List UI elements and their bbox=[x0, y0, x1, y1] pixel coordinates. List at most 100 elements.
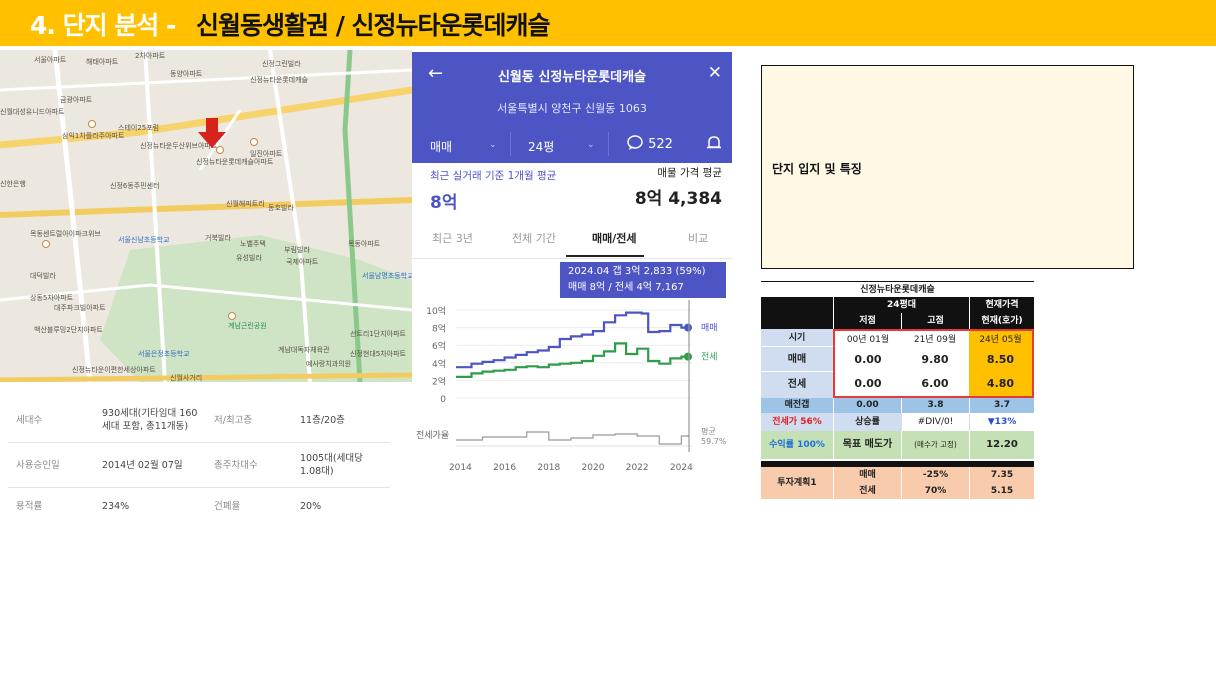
trade-type-select[interactable]: 매매 bbox=[430, 138, 452, 155]
gap-now: 3.7 bbox=[969, 398, 1034, 413]
target-value: 12.20 bbox=[969, 431, 1034, 459]
now-cell: 8.50 bbox=[969, 347, 1034, 372]
jeonse-end-label: 전세 bbox=[701, 352, 718, 363]
gap-high: 3.8 bbox=[901, 398, 969, 413]
complex-title: 신월동 신정뉴타운롯데캐슬 bbox=[497, 70, 647, 85]
map-label: 대덕빌라 bbox=[30, 272, 56, 280]
x-tick-label: 2020 bbox=[582, 463, 605, 473]
bell-icon[interactable] bbox=[706, 135, 722, 155]
comment-button[interactable]: 522 bbox=[627, 135, 673, 152]
map-label: 국제아파트 bbox=[286, 258, 319, 266]
info-key: 사용승인일 bbox=[16, 460, 60, 471]
avg-price: 8억 4,384 bbox=[634, 189, 722, 209]
location-map[interactable]: 2차아파트 서울아파트 해태아파트 동양아파트 신정그린빌라 신정뉴타운롯데캐슬… bbox=[0, 50, 412, 382]
tab-compare[interactable]: 비교 bbox=[688, 230, 708, 246]
bell-icon-svg bbox=[707, 136, 721, 149]
poi-marker bbox=[250, 138, 258, 146]
map-label: 스테이25포럼 bbox=[118, 124, 160, 132]
high-cell: 9.80 bbox=[921, 353, 949, 366]
sheet-row-sale: 매매 0.00 9.80 8.50 bbox=[761, 347, 1034, 372]
poi-marker bbox=[88, 120, 96, 128]
map-label: 선트리1단지아파트 bbox=[350, 330, 406, 338]
info-value: 930세대(기타임대 160세대 포함, 총11개동) bbox=[102, 408, 198, 432]
map-label: 거북빌라 bbox=[205, 234, 231, 242]
page-title: 신월동생활권 / 신정뉴타운롯데캐슬 bbox=[196, 11, 551, 40]
series-line-ratio bbox=[456, 431, 689, 445]
sheet-row-period: 시기 00년 01월 21년 09월 24년 05월 bbox=[761, 329, 1034, 347]
sheet-row-gap: 매전갭 0.00 3.8 3.7 bbox=[761, 398, 1034, 413]
now-cell: 4.80 bbox=[969, 372, 1034, 398]
price-chart[interactable]: 10억 8억 6억 4억 2억 0 매매전세전세가율 평균59.7% 2014 2016 2018 2… bbox=[412, 300, 732, 480]
info-value: 11층/20층 bbox=[300, 415, 345, 426]
map-label: 삼익1차플라주아파트 bbox=[62, 132, 125, 140]
sheet-group-row: 24평대 현재가격 bbox=[761, 297, 1034, 313]
app-header: ← 신월동 신정뉴타운롯데캐슬 ✕ 서울특별시 양천구 신월동 1063 매매 … bbox=[412, 52, 732, 163]
x-tick-label: 2022 bbox=[626, 463, 649, 473]
map-label: 목동아파트 bbox=[348, 240, 381, 248]
map-label: 서울신남초등학교 bbox=[118, 236, 170, 244]
map-label: 노벨주택 bbox=[240, 240, 266, 248]
sheet-title: 신정뉴타운롯데캐슬 bbox=[761, 281, 1034, 297]
rise-now: ▼13% bbox=[969, 413, 1034, 431]
close-icon[interactable]: ✕ bbox=[708, 63, 722, 83]
map-label: 해태아파트 bbox=[86, 58, 119, 66]
sheet-subheader-row: 저점 고점 현재(호가) bbox=[761, 313, 1034, 329]
map-label: 신한은행 bbox=[0, 180, 26, 188]
size-group-header: 24평대 bbox=[833, 297, 969, 313]
low-header: 저점 bbox=[833, 313, 901, 329]
map-label: 신월대성유니드아파트 bbox=[0, 108, 65, 116]
tab-all-period[interactable]: 전체 기간 bbox=[512, 230, 556, 246]
row-label: 전세 bbox=[761, 372, 833, 398]
x-tick-label: 2016 bbox=[493, 463, 516, 473]
low-cell: 0.00 bbox=[833, 347, 901, 372]
high-cell: 6.00 bbox=[901, 372, 969, 398]
y-tick-label: 2억 bbox=[432, 375, 446, 387]
poi-marker bbox=[42, 240, 50, 248]
now-header: 현재(호가) bbox=[969, 313, 1034, 329]
ratio-label: 전세가율 bbox=[416, 430, 449, 441]
target-note: (매수가 고정) bbox=[901, 431, 969, 459]
size-select[interactable]: 24평 bbox=[528, 138, 554, 155]
map-label: 신정뉴타운롯데캐슬 bbox=[250, 76, 308, 84]
plan-sale-label: 매매 bbox=[833, 467, 901, 483]
info-key: 용적률 bbox=[16, 501, 43, 512]
y-tick-label: 0 bbox=[440, 395, 446, 405]
info-value: 2014년 02월 07일 bbox=[102, 460, 183, 471]
yield-label: 수익률 100% bbox=[761, 431, 833, 459]
map-label: 동호빌라 bbox=[268, 204, 294, 212]
sheet-row-target: 수익률 100% 목표 매도가 (매수가 고정) 12.20 bbox=[761, 431, 1034, 459]
y-tick-label: 4억 bbox=[432, 358, 446, 370]
info-row: 용적률 234% 건폐율 20% bbox=[8, 488, 390, 532]
tab-sale-jeonse[interactable]: 매매/전세 bbox=[592, 230, 637, 246]
map-label: 백산블루밍2단지아파트 bbox=[34, 326, 103, 334]
plan-jeonse-val: 5.15 bbox=[969, 483, 1034, 499]
map-label: 부림빌라 bbox=[284, 246, 310, 254]
active-tab-indicator bbox=[566, 255, 644, 257]
map-label: 2차아파트 bbox=[135, 52, 166, 60]
blank-cell bbox=[761, 297, 833, 313]
x-tick-label: 2014 bbox=[449, 463, 472, 473]
high-header: 고점 bbox=[901, 313, 969, 329]
map-label: 대주파크빌아파트 bbox=[54, 304, 106, 312]
low-cell: 0.00 bbox=[833, 372, 901, 398]
info-value: 1005대(세대당 1.08대) bbox=[300, 453, 363, 477]
title-bar: 4. 단지 분석 - 신월동생활권 / 신정뉴타운롯데캐슬 bbox=[0, 0, 1216, 46]
period-tabs: 최근 3년 전체 기간 매매/전세 비교 bbox=[412, 224, 732, 259]
price-app-panel: ← 신월동 신정뉴타운롯데캐슬 ✕ 서울특별시 양천구 신월동 1063 매매 … bbox=[412, 52, 732, 482]
chevron-down-icon: ⌄ bbox=[489, 140, 497, 150]
rise-value: #DIV/0! bbox=[901, 413, 969, 431]
tooltip-line-2: 매매 8억 / 전세 4억 7,167 bbox=[568, 282, 684, 293]
avg-label: 평균 bbox=[701, 426, 716, 436]
y-tick-label: 6억 bbox=[432, 340, 446, 352]
map-label: 계남근린공원 bbox=[228, 322, 267, 330]
tab-recent-3y[interactable]: 최근 3년 bbox=[432, 230, 473, 246]
map-label: 신월해피트리 bbox=[226, 200, 265, 208]
info-key: 건폐율 bbox=[214, 501, 241, 512]
price-basis-label: 최근 실거래 기준 1개월 평균 bbox=[430, 170, 557, 182]
info-value: 20% bbox=[300, 501, 322, 512]
x-tick-label: 2024 bbox=[670, 463, 693, 473]
plan-jeonse-label: 전세 bbox=[833, 483, 901, 499]
map-label: 신정뉴타운롯데캐슬아파트 bbox=[196, 158, 274, 166]
map-label: 신정그린빌라 bbox=[262, 60, 301, 68]
current-price-header: 현재가격 bbox=[969, 297, 1034, 313]
